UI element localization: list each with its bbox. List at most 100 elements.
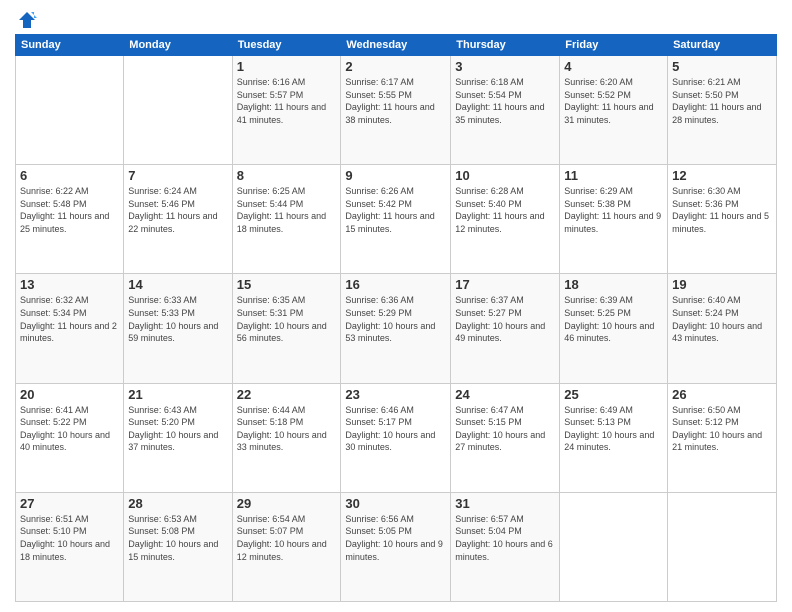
calendar-cell: 21 Sunrise: 6:43 AM Sunset: 5:20 PM Dayli… — [124, 383, 232, 492]
calendar-cell: 7Sunrise: 6:24 AM Sunset: 5:46 PM Daylig… — [124, 165, 232, 274]
calendar-cell — [668, 492, 777, 601]
day-info: Sunrise: 6:18 AM Sunset: 5:54 PM Dayligh… — [455, 76, 555, 126]
weekday-header-sunday: Sunday — [16, 35, 124, 56]
day-number: 11 — [564, 168, 663, 183]
day-number: 9 — [345, 168, 446, 183]
calendar-cell: 20 Sunrise: 6:41 AM Sunset: 5:22 PM Dayli… — [16, 383, 124, 492]
calendar-cell: 9 Sunrise: 6:26 AM Sunset: 5:42 PM Daylig… — [341, 165, 451, 274]
day-info: Sunrise: 6:56 AM Sunset: 5:05 PM Dayligh… — [345, 513, 446, 563]
day-info: Sunrise: 6:54 AM Sunset: 5:07 PM Dayligh… — [237, 513, 337, 563]
calendar-cell: 5 Sunrise: 6:21 AM Sunset: 5:50 PM Daylig… — [668, 56, 777, 165]
day-info: Sunrise: 6:26 AM Sunset: 5:42 PM Dayligh… — [345, 185, 446, 235]
calendar-cell: 14 Sunrise: 6:33 AM Sunset: 5:33 PM Dayli… — [124, 274, 232, 383]
day-number: 5 — [672, 59, 772, 74]
calendar-cell: 11 Sunrise: 6:29 AM Sunset: 5:38 PM Dayli… — [560, 165, 668, 274]
weekday-header-wednesday: Wednesday — [341, 35, 451, 56]
day-number: 24 — [455, 387, 555, 402]
day-number: 16 — [345, 277, 446, 292]
header — [15, 10, 777, 26]
calendar-cell: 19 Sunrise: 6:40 AM Sunset: 5:24 PM Dayli… — [668, 274, 777, 383]
day-info: Sunrise: 6:21 AM Sunset: 5:50 PM Dayligh… — [672, 76, 772, 126]
logo-icon — [17, 10, 37, 30]
calendar-cell: 1Sunrise: 6:16 AM Sunset: 5:57 PM Daylig… — [232, 56, 341, 165]
day-info: Sunrise: 6:16 AM Sunset: 5:57 PM Dayligh… — [237, 76, 337, 126]
weekday-header-monday: Monday — [124, 35, 232, 56]
day-number: 12 — [672, 168, 772, 183]
day-number: 23 — [345, 387, 446, 402]
calendar-week-1: 1Sunrise: 6:16 AM Sunset: 5:57 PM Daylig… — [16, 56, 777, 165]
calendar-cell: 4 Sunrise: 6:20 AM Sunset: 5:52 PM Daylig… — [560, 56, 668, 165]
day-info: Sunrise: 6:33 AM Sunset: 5:33 PM Dayligh… — [128, 294, 227, 344]
day-number: 30 — [345, 496, 446, 511]
day-number: 15 — [237, 277, 337, 292]
day-info: Sunrise: 6:39 AM Sunset: 5:25 PM Dayligh… — [564, 294, 663, 344]
weekday-header-tuesday: Tuesday — [232, 35, 341, 56]
day-number: 19 — [672, 277, 772, 292]
day-number: 17 — [455, 277, 555, 292]
day-number: 4 — [564, 59, 663, 74]
day-info: Sunrise: 6:17 AM Sunset: 5:55 PM Dayligh… — [345, 76, 446, 126]
day-info: Sunrise: 6:25 AM Sunset: 5:44 PM Dayligh… — [237, 185, 337, 235]
day-number: 31 — [455, 496, 555, 511]
page: SundayMondayTuesdayWednesdayThursdayFrid… — [0, 0, 792, 612]
day-info: Sunrise: 6:51 AM Sunset: 5:10 PM Dayligh… — [20, 513, 119, 563]
calendar-cell — [560, 492, 668, 601]
calendar-cell: 8 Sunrise: 6:25 AM Sunset: 5:44 PM Daylig… — [232, 165, 341, 274]
calendar-cell: 31 Sunrise: 6:57 AM Sunset: 5:04 PM Dayli… — [451, 492, 560, 601]
calendar-cell — [16, 56, 124, 165]
day-number: 22 — [237, 387, 337, 402]
calendar-cell: 12Sunrise: 6:30 AM Sunset: 5:36 PM Dayli… — [668, 165, 777, 274]
day-number: 6 — [20, 168, 119, 183]
day-info: Sunrise: 6:36 AM Sunset: 5:29 PM Dayligh… — [345, 294, 446, 344]
day-number: 10 — [455, 168, 555, 183]
day-number: 29 — [237, 496, 337, 511]
day-info: Sunrise: 6:47 AM Sunset: 5:15 PM Dayligh… — [455, 404, 555, 454]
day-number: 14 — [128, 277, 227, 292]
calendar-cell — [124, 56, 232, 165]
day-number: 27 — [20, 496, 119, 511]
calendar-week-2: 6Sunrise: 6:22 AM Sunset: 5:48 PM Daylig… — [16, 165, 777, 274]
day-info: Sunrise: 6:41 AM Sunset: 5:22 PM Dayligh… — [20, 404, 119, 454]
calendar-cell: 6Sunrise: 6:22 AM Sunset: 5:48 PM Daylig… — [16, 165, 124, 274]
day-number: 21 — [128, 387, 227, 402]
calendar-cell: 22 Sunrise: 6:44 AM Sunset: 5:18 PM Dayli… — [232, 383, 341, 492]
day-info: Sunrise: 6:29 AM Sunset: 5:38 PM Dayligh… — [564, 185, 663, 235]
day-info: Sunrise: 6:24 AM Sunset: 5:46 PM Dayligh… — [128, 185, 227, 235]
day-info: Sunrise: 6:44 AM Sunset: 5:18 PM Dayligh… — [237, 404, 337, 454]
day-number: 3 — [455, 59, 555, 74]
calendar-cell: 25Sunrise: 6:49 AM Sunset: 5:13 PM Dayli… — [560, 383, 668, 492]
calendar-cell: 28 Sunrise: 6:53 AM Sunset: 5:08 PM Dayli… — [124, 492, 232, 601]
day-number: 13 — [20, 277, 119, 292]
day-info: Sunrise: 6:53 AM Sunset: 5:08 PM Dayligh… — [128, 513, 227, 563]
calendar-cell: 13Sunrise: 6:32 AM Sunset: 5:34 PM Dayli… — [16, 274, 124, 383]
calendar: SundayMondayTuesdayWednesdayThursdayFrid… — [15, 34, 777, 602]
calendar-cell: 29 Sunrise: 6:54 AM Sunset: 5:07 PM Dayli… — [232, 492, 341, 601]
day-number: 2 — [345, 59, 446, 74]
day-info: Sunrise: 6:28 AM Sunset: 5:40 PM Dayligh… — [455, 185, 555, 235]
day-number: 8 — [237, 168, 337, 183]
calendar-cell: 27 Sunrise: 6:51 AM Sunset: 5:10 PM Dayli… — [16, 492, 124, 601]
logo — [15, 10, 37, 26]
day-info: Sunrise: 6:49 AM Sunset: 5:13 PM Dayligh… — [564, 404, 663, 454]
day-number: 28 — [128, 496, 227, 511]
day-info: Sunrise: 6:46 AM Sunset: 5:17 PM Dayligh… — [345, 404, 446, 454]
calendar-cell: 17 Sunrise: 6:37 AM Sunset: 5:27 PM Dayli… — [451, 274, 560, 383]
calendar-cell: 26Sunrise: 6:50 AM Sunset: 5:12 PM Dayli… — [668, 383, 777, 492]
calendar-cell: 15 Sunrise: 6:35 AM Sunset: 5:31 PM Dayli… — [232, 274, 341, 383]
calendar-cell: 30 Sunrise: 6:56 AM Sunset: 5:05 PM Dayli… — [341, 492, 451, 601]
day-info: Sunrise: 6:43 AM Sunset: 5:20 PM Dayligh… — [128, 404, 227, 454]
day-info: Sunrise: 6:57 AM Sunset: 5:04 PM Dayligh… — [455, 513, 555, 563]
calendar-cell: 3 Sunrise: 6:18 AM Sunset: 5:54 PM Daylig… — [451, 56, 560, 165]
day-info: Sunrise: 6:20 AM Sunset: 5:52 PM Dayligh… — [564, 76, 663, 126]
calendar-week-5: 27 Sunrise: 6:51 AM Sunset: 5:10 PM Dayli… — [16, 492, 777, 601]
day-number: 20 — [20, 387, 119, 402]
day-info: Sunrise: 6:37 AM Sunset: 5:27 PM Dayligh… — [455, 294, 555, 344]
calendar-cell: 16 Sunrise: 6:36 AM Sunset: 5:29 PM Dayli… — [341, 274, 451, 383]
calendar-cell: 2 Sunrise: 6:17 AM Sunset: 5:55 PM Daylig… — [341, 56, 451, 165]
day-number: 26 — [672, 387, 772, 402]
weekday-header-friday: Friday — [560, 35, 668, 56]
day-info: Sunrise: 6:40 AM Sunset: 5:24 PM Dayligh… — [672, 294, 772, 344]
day-info: Sunrise: 6:35 AM Sunset: 5:31 PM Dayligh… — [237, 294, 337, 344]
calendar-week-3: 13Sunrise: 6:32 AM Sunset: 5:34 PM Dayli… — [16, 274, 777, 383]
weekday-header-saturday: Saturday — [668, 35, 777, 56]
